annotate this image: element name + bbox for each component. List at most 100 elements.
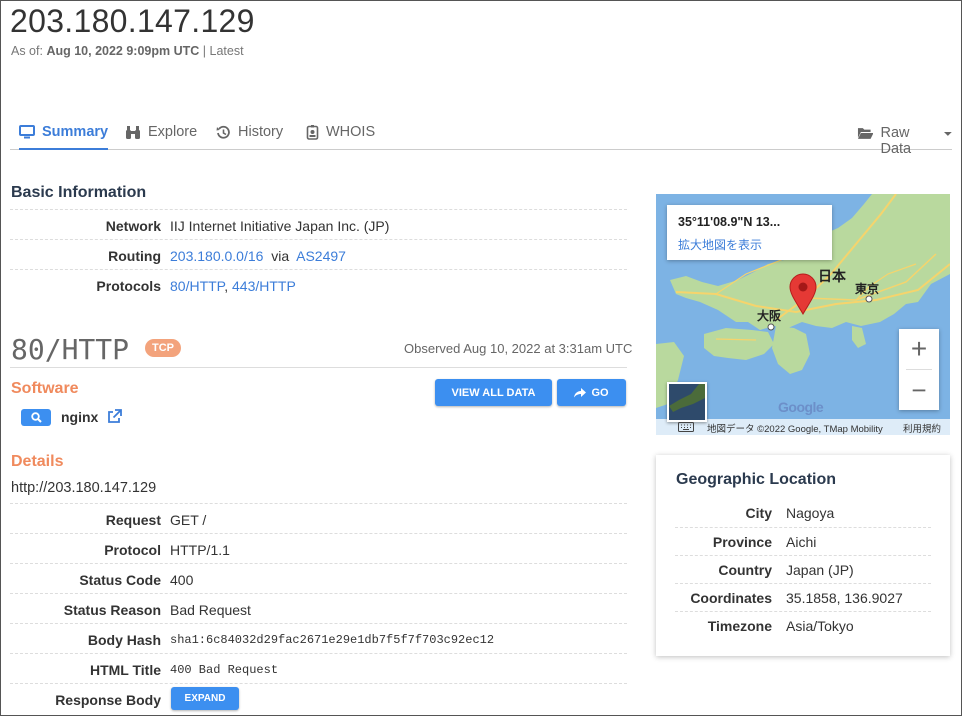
routing-prefix-link[interactable]: 203.180.0.0/16 (170, 248, 263, 264)
geo-value: Japan (JP) (786, 562, 854, 578)
routing-value: 203.180.0.0/16 via AS2497 (170, 248, 346, 264)
geo-value: Aichi (786, 534, 817, 550)
transport-badge: TCP (145, 339, 181, 357)
geo-row: Coordinates 35.1858, 136.9027 (675, 583, 931, 611)
tab-explore-label: Explore (148, 124, 198, 140)
network-row: Network IIJ Internet Initiative Japan In… (10, 209, 627, 239)
tab-explore[interactable]: Explore (125, 124, 197, 150)
raw-data-dropdown[interactable]: Raw Data (857, 125, 952, 157)
detail-row: Status Reason Bad Request (10, 593, 627, 623)
detail-key: Status Reason (63, 602, 161, 618)
basic-info-title: Basic Information (11, 184, 147, 201)
divider (10, 367, 627, 368)
protocol-separator: , (224, 278, 229, 294)
detail-row: Response Body (10, 683, 627, 713)
geo-key: Country (718, 562, 772, 578)
share-arrow-icon (574, 387, 587, 397)
tab-history[interactable]: History (216, 124, 283, 150)
monitor-icon (19, 125, 35, 139)
satellite-toggle[interactable] (667, 382, 707, 422)
raw-data-label: Raw Data (880, 125, 912, 157)
keyboard-icon[interactable] (678, 422, 694, 432)
routing-row: Routing 203.180.0.0/16 via AS2497 (10, 239, 627, 269)
network-label: Network (105, 218, 161, 234)
detail-row: Body Hash sha1:6c84032d29fac2671e29e1db7… (10, 623, 627, 653)
ip-address-title: 203.180.147.129 (10, 3, 255, 39)
detail-key: Body Hash (87, 632, 161, 648)
folder-open-icon (857, 128, 874, 139)
detail-key: Protocol (104, 542, 161, 558)
tab-whois-label: WHOIS (326, 124, 376, 140)
detail-row: HTML Title 400 Bad Request (10, 653, 627, 683)
view-all-data-label: VIEW ALL DATA (451, 386, 536, 399)
detail-key: Status Code (79, 572, 161, 588)
routing-as-link[interactable]: AS2497 (296, 248, 346, 264)
detail-value: HTTP/1.1 (170, 542, 230, 558)
id-badge-icon (306, 125, 319, 140)
go-label: GO (591, 386, 609, 399)
geo-key: Timezone (707, 618, 772, 634)
binoculars-icon (126, 126, 140, 139)
satellite-thumbnail-icon (669, 384, 705, 412)
software-search-button[interactable] (21, 409, 51, 426)
service-url: http://203.180.147.129 (11, 480, 157, 496)
zoom-in-button[interactable]: + (899, 329, 939, 369)
tab-bar: Summary Explore History WHOIS Raw Data (10, 119, 952, 157)
tab-whois[interactable]: WHOIS (306, 124, 375, 150)
search-icon (30, 412, 42, 423)
geo-key: City (745, 505, 772, 521)
map-attribution: 地図データ ©2022 Google, TMap Mobility (707, 424, 883, 435)
as-of-separator: | (202, 44, 207, 58)
observed-timestamp: Observed Aug 10, 2022 at 3:31am UTC (404, 341, 633, 356)
geo-key: Coordinates (690, 590, 772, 606)
geo-title: Geographic Location (676, 471, 837, 488)
location-map[interactable]: 日本 大阪 東京 35°11'08.9"N 13... 拡大地図を表示 + − … (656, 194, 950, 435)
map-label-tokyo: 東京 (855, 282, 880, 296)
external-link-icon[interactable] (107, 409, 122, 424)
map-enlarge-link[interactable]: 拡大地図を表示 (678, 236, 762, 253)
tab-summary[interactable]: Summary (19, 124, 109, 150)
geo-value: Nagoya (786, 505, 835, 521)
geo-row: Timezone Asia/Tokyo (675, 611, 931, 639)
detail-key: Request (105, 512, 161, 528)
geo-row: Country Japan (JP) (675, 555, 931, 583)
view-all-data-button[interactable]: VIEW ALL DATA (435, 379, 552, 406)
history-icon (216, 125, 230, 139)
as-of-date: Aug 10, 2022 9:09pm UTC (46, 44, 200, 58)
go-button[interactable]: GO (557, 379, 626, 406)
detail-row: Protocol HTTP/1.1 (10, 533, 627, 563)
detail-value: sha1:6c84032d29fac2671e29e1db7f5f7f703c9… (170, 633, 495, 647)
geo-key: Province (712, 534, 772, 550)
map-label-japan: 日本 (818, 268, 846, 284)
map-zoom-controls: + − (899, 329, 939, 410)
protocol-443-link[interactable]: 443/HTTP (232, 278, 296, 294)
service-port-title: 80/HTTP (11, 333, 130, 366)
expand-response-body-button[interactable]: EXPAND (171, 687, 239, 710)
tab-history-label: History (238, 124, 284, 140)
detail-row: Request GET / (10, 503, 627, 533)
detail-row: Status Code 400 (10, 563, 627, 593)
geo-row: Province Aichi (675, 527, 931, 555)
map-info-popup: 35°11'08.9"N 13... 拡大地図を表示 (667, 205, 832, 260)
software-name: nginx (61, 409, 99, 425)
protocol-80-link[interactable]: 80/HTTP (170, 278, 224, 294)
zoom-out-button[interactable]: − (899, 370, 939, 410)
map-label-osaka: 大阪 (757, 309, 782, 323)
detail-value: Bad Request (170, 602, 251, 618)
as-of-label: As of: (11, 44, 43, 58)
map-terms-link[interactable]: 利用規約 (903, 421, 941, 435)
expand-label: EXPAND (184, 693, 226, 704)
detail-key: HTML Title (89, 662, 161, 678)
details-title: Details (11, 453, 64, 470)
geo-value: 35.1858, 136.9027 (786, 590, 903, 606)
as-of-latest: Latest (209, 44, 244, 58)
routing-label: Routing (108, 248, 161, 264)
network-link[interactable]: IIJ Internet Initiative Japan Inc. (JP) (170, 218, 389, 234)
google-logo: Google (778, 399, 824, 415)
caret-down-icon (944, 132, 952, 136)
detail-key: Response Body (55, 692, 161, 708)
map-coordinates: 35°11'08.9"N 13... (678, 215, 781, 229)
routing-via: via (271, 248, 290, 264)
geo-row: City Nagoya (675, 499, 931, 527)
detail-value: 400 (170, 572, 194, 588)
